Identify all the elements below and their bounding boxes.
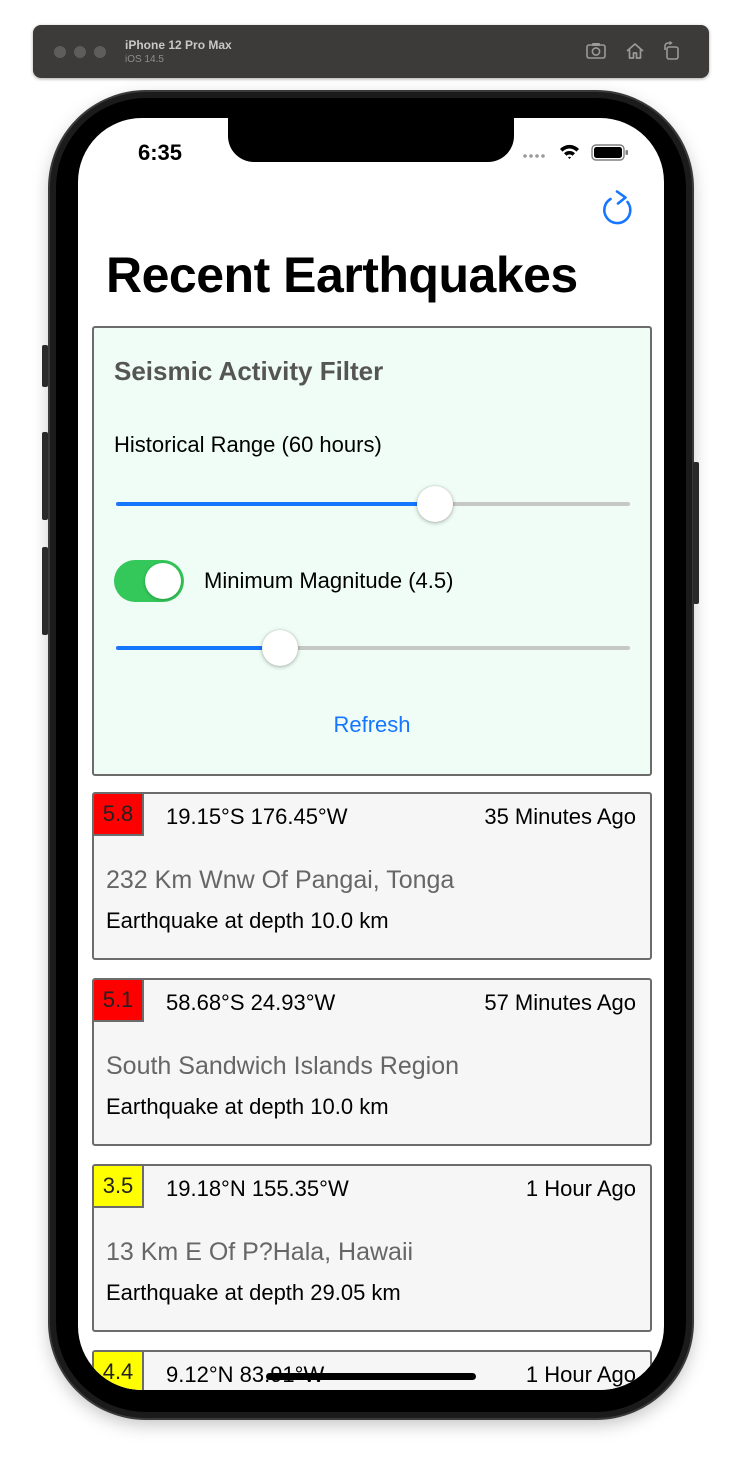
simulator-device-name: iPhone 12 Pro Max: [125, 38, 232, 52]
earthquake-card[interactable]: 3.5 19.18°N 155.35°W 1 Hour Ago 13 Km E …: [92, 1164, 652, 1332]
slider-fill: [116, 502, 435, 506]
depth-text: Earthquake at depth 10.0 km: [106, 1094, 389, 1119]
refresh-button[interactable]: Refresh: [94, 712, 650, 738]
rotate-icon[interactable]: [661, 40, 683, 62]
time-ago: 57 Minutes Ago: [484, 990, 636, 1015]
minimize-window-button[interactable]: [74, 46, 86, 58]
mute-switch: [42, 345, 48, 387]
location-name: 13 Km E Of P?Hala, Hawaii: [106, 1238, 414, 1266]
app-screen: 6:35 Recent Earthquakes Seismic Activity…: [78, 118, 664, 1390]
page-title: Recent Earthquakes: [106, 247, 578, 303]
volume-up-button: [42, 432, 48, 520]
zoom-window-button[interactable]: [94, 46, 106, 58]
magnitude-badge: 4.4: [94, 1352, 144, 1390]
historical-range-label: Historical Range (60 hours): [114, 432, 382, 457]
status-indicators: [523, 144, 628, 161]
cellular-signal-icon: [523, 154, 545, 158]
location-name: 232 Km Wnw Of Pangai, Tonga: [106, 866, 455, 894]
slider-thumb[interactable]: [262, 630, 299, 666]
earthquake-card[interactable]: 4.4 9.12°N 83.91°W 1 Hour Ago: [92, 1350, 652, 1390]
historical-range-slider[interactable]: [116, 484, 630, 524]
depth-text: Earthquake at depth 29.05 km: [106, 1280, 401, 1305]
magnitude-badge: 3.5: [94, 1166, 144, 1208]
magnitude-badge: 5.8: [94, 794, 144, 836]
slider-thumb[interactable]: [416, 486, 453, 522]
time-ago: 35 Minutes Ago: [484, 804, 636, 829]
location-name: South Sandwich Islands Region: [106, 1052, 460, 1080]
minimum-magnitude-slider[interactable]: [116, 628, 630, 668]
coordinates: 19.18°N 155.35°W: [166, 1176, 349, 1201]
time-ago: 1 Hour Ago: [525, 1176, 636, 1201]
home-indicator[interactable]: [266, 1373, 476, 1380]
close-window-button[interactable]: [54, 46, 66, 58]
time-ago: 1 Hour Ago: [525, 1362, 636, 1387]
home-icon[interactable]: [624, 40, 646, 62]
minimum-magnitude-label: Minimum Magnitude (4.5): [204, 568, 454, 593]
volume-down-button: [42, 547, 48, 635]
minimum-magnitude-toggle[interactable]: [114, 560, 184, 602]
notch: [228, 118, 514, 162]
simulator-toolbar: iPhone 12 Pro Max iOS 14.5: [33, 25, 709, 78]
battery-icon: [591, 144, 628, 161]
refresh-icon[interactable]: [598, 188, 640, 230]
toggle-knob: [145, 563, 181, 599]
side-button: [693, 462, 699, 604]
coordinates: 58.68°S 24.93°W: [166, 990, 336, 1015]
coordinates: 19.15°S 176.45°W: [166, 804, 348, 829]
seismic-filter-panel: Seismic Activity Filter Historical Range…: [92, 326, 652, 776]
earthquake-card[interactable]: 5.1 58.68°S 24.93°W 57 Minutes Ago South…: [92, 978, 652, 1146]
status-time: 6:35: [138, 140, 183, 165]
depth-text: Earthquake at depth 10.0 km: [106, 908, 389, 933]
wifi-icon: [560, 144, 579, 159]
simulator-os-version: iOS 14.5: [125, 54, 164, 65]
earthquake-card[interactable]: 5.8 19.15°S 176.45°W 35 Minutes Ago 232 …: [92, 792, 652, 960]
screenshot-icon[interactable]: [585, 40, 607, 62]
filter-title: Seismic Activity Filter: [114, 356, 384, 386]
magnitude-badge: 5.1: [94, 980, 144, 1022]
slider-fill: [116, 646, 281, 650]
